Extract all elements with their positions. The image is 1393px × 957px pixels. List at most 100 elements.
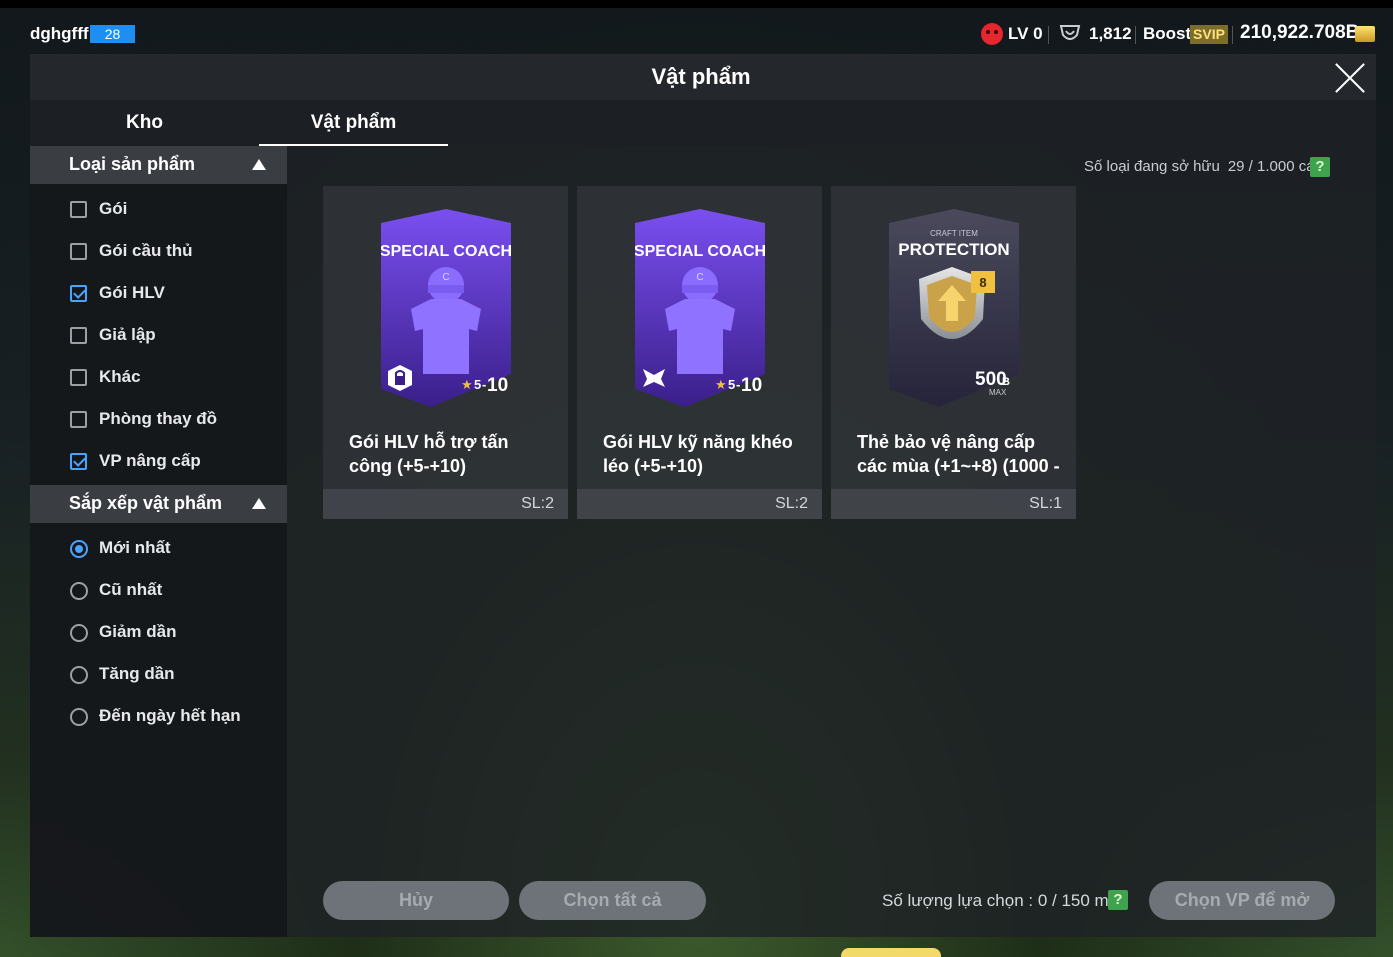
top-bar: dghgfff 28 LV 0 1,812 Boost SVIP 210,922… bbox=[0, 8, 1393, 54]
option-label: Phòng thay đồ bbox=[99, 409, 218, 428]
option-label: Tăng dần bbox=[99, 664, 175, 683]
svg-text:C: C bbox=[696, 272, 703, 283]
svg-text:10: 10 bbox=[487, 375, 508, 396]
item-name: Gói HLV hỗ trợ tấn công (+5-+10) bbox=[349, 432, 509, 476]
checkbox[interactable] bbox=[70, 243, 87, 260]
sort-title: Sắp xếp vật phẩm bbox=[69, 493, 223, 513]
help-icon[interactable]: ? bbox=[1310, 157, 1330, 177]
help-icon[interactable]: ? bbox=[1108, 890, 1128, 910]
item-quantity: SL:2 bbox=[521, 495, 554, 512]
radio-selected[interactable] bbox=[70, 540, 88, 558]
svg-text:CRAFT ITEM: CRAFT ITEM bbox=[930, 229, 978, 238]
checkbox[interactable] bbox=[70, 369, 87, 386]
item-card[interactable]: CRAFT ITEM PROTECTION 8 500 B MAX Thẻ bả… bbox=[831, 186, 1076, 519]
item-footer: SL:1 bbox=[831, 489, 1076, 519]
filter-gia-lap[interactable]: Giả lập bbox=[30, 314, 287, 356]
svg-text:B: B bbox=[1002, 376, 1010, 388]
close-button[interactable] bbox=[1332, 60, 1368, 96]
radio[interactable] bbox=[70, 624, 88, 642]
option-label: Cũ nhất bbox=[99, 580, 163, 599]
player-level-badge: 28 bbox=[90, 25, 135, 43]
lock-badge-icon bbox=[388, 365, 412, 391]
checkbox-checked[interactable] bbox=[70, 453, 87, 470]
items-panel: Vật phẩm Kho Vật phẩm Loại sản phẩm Gói … bbox=[30, 54, 1376, 937]
divider bbox=[1135, 26, 1136, 44]
owned-label: Số loại đang sở hữu bbox=[1084, 158, 1220, 175]
sort-header[interactable]: Sắp xếp vật phẩm bbox=[30, 485, 287, 523]
checkbox-checked[interactable] bbox=[70, 285, 87, 302]
option-label: Giảm dần bbox=[99, 622, 177, 641]
tab-kho[interactable]: Kho bbox=[30, 100, 259, 146]
item-footer: SL:2 bbox=[577, 489, 822, 519]
protection-card-art: CRAFT ITEM PROTECTION 8 500 B MAX bbox=[889, 209, 1019, 407]
sort-moi-nhat[interactable]: Mới nhất bbox=[30, 527, 287, 569]
svg-text:-: - bbox=[482, 377, 486, 392]
option-label: Mới nhất bbox=[99, 538, 171, 557]
svg-text:★: ★ bbox=[461, 377, 473, 392]
trophy-icon bbox=[1059, 25, 1081, 40]
sad-face-icon bbox=[981, 23, 1003, 45]
panel-header: Vật phẩm bbox=[30, 54, 1376, 100]
filter-goi-cau-thu[interactable]: Gói cầu thủ bbox=[30, 230, 287, 272]
option-label: Đến ngày hết hạn bbox=[99, 706, 241, 725]
filter-khac[interactable]: Khác bbox=[30, 356, 287, 398]
product-type-header[interactable]: Loại sản phẩm bbox=[30, 146, 287, 184]
boost-label: Boost bbox=[1143, 24, 1192, 43]
item-quantity: SL:2 bbox=[775, 495, 808, 512]
option-label: Giả lập bbox=[99, 325, 156, 344]
option-label: Khác bbox=[99, 367, 141, 386]
item-name: Thẻ bảo vệ nâng cấp các mùa (+1~+8) (100… bbox=[857, 432, 1060, 476]
bottom-tab[interactable] bbox=[841, 948, 941, 957]
checkbox[interactable] bbox=[70, 201, 87, 218]
filter-sidebar: Loại sản phẩm Gói Gói cầu thủ Gói HLV Gi… bbox=[30, 146, 287, 937]
option-label: Gói cầu thủ bbox=[99, 241, 193, 260]
player-name: dghgfff bbox=[30, 24, 89, 43]
coins-value: 1,812 bbox=[1089, 24, 1132, 43]
bp-value: 210,922.708B bbox=[1240, 22, 1360, 43]
svg-text:C: C bbox=[442, 272, 449, 283]
svg-text:5: 5 bbox=[728, 377, 735, 392]
collapse-triangle-icon bbox=[252, 498, 266, 509]
svg-text:PROTECTION: PROTECTION bbox=[898, 240, 1009, 259]
sort-cu-nhat[interactable]: Cũ nhất bbox=[30, 569, 287, 611]
svg-text:-: - bbox=[736, 377, 740, 392]
svg-text:10: 10 bbox=[741, 375, 762, 396]
radio[interactable] bbox=[70, 582, 88, 600]
bp-coin-icon bbox=[1355, 26, 1375, 42]
svg-text:SPECIAL COACH: SPECIAL COACH bbox=[381, 243, 511, 260]
item-card[interactable]: SPECIAL COACH C ★ 5 - 10 Gói HLV kỹ năng… bbox=[577, 186, 822, 519]
top-strip bbox=[0, 0, 1393, 8]
divider bbox=[1232, 26, 1233, 44]
checkbox[interactable] bbox=[70, 327, 87, 344]
owned-count: 29 / 1.000 cái bbox=[1227, 158, 1318, 175]
collapse-triangle-icon bbox=[252, 159, 266, 170]
cancel-button[interactable]: Hủy bbox=[323, 881, 509, 920]
filter-vp-nang-cap[interactable]: VP nâng cấp bbox=[30, 440, 287, 482]
radio[interactable] bbox=[70, 666, 88, 684]
svg-text:5: 5 bbox=[474, 377, 481, 392]
sort-den-ngay-het-han[interactable]: Đến ngày hết hạn bbox=[30, 695, 287, 737]
option-label: Gói HLV bbox=[99, 283, 165, 302]
svg-text:SPECIAL COACH: SPECIAL COACH bbox=[635, 243, 765, 260]
sort-tang-dan[interactable]: Tăng dần bbox=[30, 653, 287, 695]
filter-phong-thay-do[interactable]: Phòng thay đồ bbox=[30, 398, 287, 440]
item-footer: SL:2 bbox=[323, 489, 568, 519]
panel-title: Vật phẩm bbox=[651, 64, 751, 89]
item-name: Gói HLV kỹ năng khéo léo (+5-+10) bbox=[603, 432, 793, 476]
svg-text:★: ★ bbox=[715, 377, 727, 392]
filter-goi-hlv[interactable]: Gói HLV bbox=[30, 272, 287, 314]
option-label: Gói bbox=[99, 199, 128, 218]
divider bbox=[1048, 26, 1049, 44]
item-card[interactable]: SPECIAL COACH C ★ 5 - 10 Gói HLV hỗ trợ … bbox=[323, 186, 568, 519]
product-type-title: Loại sản phẩm bbox=[69, 154, 196, 174]
select-all-button[interactable]: Chọn tất cả bbox=[519, 881, 706, 920]
sort-giam-dan[interactable]: Giảm dần bbox=[30, 611, 287, 653]
filter-goi[interactable]: Gói bbox=[30, 188, 287, 230]
svg-text:MAX: MAX bbox=[989, 388, 1007, 397]
radio[interactable] bbox=[70, 708, 88, 726]
open-selected-button[interactable]: Chọn VP để mở bbox=[1149, 881, 1335, 920]
tab-vat-pham[interactable]: Vật phẩm bbox=[259, 100, 448, 146]
checkbox[interactable] bbox=[70, 411, 87, 428]
skill-badge-icon bbox=[643, 369, 665, 387]
lv-text: LV 0 bbox=[1008, 24, 1043, 43]
